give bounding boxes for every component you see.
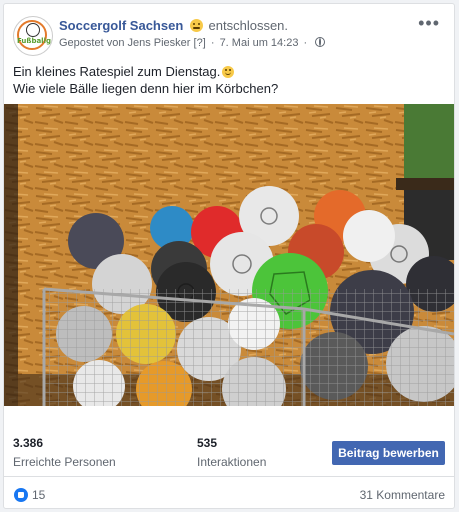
post-card: Fußballgolf Soccergolf Sachsen entschlos… [3,3,455,509]
determined-emoji-icon [189,19,203,32]
meta-separator-2: · [303,37,308,49]
reach-stat: 3.386 Erreichte Personen [13,436,116,469]
comments-link[interactable]: 31 Kommentare [360,488,445,502]
post-text-line-1: Ein kleines Ratespiel zum Dienstag. [13,63,444,80]
avatar-logo-text: Fußballgolf [17,37,52,45]
soccer-ball-icon [26,23,40,37]
page-avatar[interactable]: Fußballgolf [13,16,53,56]
smile-emoji-icon [222,66,235,78]
post-meta: Gepostet von Jens Piesker [?] · 7. Mai u… [59,37,326,49]
post-insights: 3.386 Erreichte Personen 535 Interaktion… [4,426,454,476]
post-date-link[interactable]: 7. Mai um 14:23 [220,37,299,49]
like-icon[interactable] [14,488,28,502]
post-text: Ein kleines Ratespiel zum Dienstag. Wie … [13,63,444,97]
post-title-line: Soccergolf Sachsen entschlossen. [59,18,288,33]
post-footer: 15 31 Kommentare [4,476,454,511]
posted-by-badge[interactable]: [?] [194,37,206,49]
post-header: Fußballgolf Soccergolf Sachsen entschlos… [13,14,444,58]
feeling-text: entschlossen. [208,18,289,33]
interactions-value: 535 [197,436,218,450]
like-count[interactable]: 15 [32,488,45,502]
reach-value: 3.386 [13,436,44,450]
interactions-stat: 535 Interaktionen [197,436,266,469]
meta-separator: · [210,37,215,49]
reach-label: Erreichte Personen [13,455,116,469]
promote-post-button[interactable]: Beitrag bewerben [332,441,445,465]
page-name-link[interactable]: Soccergolf Sachsen [59,18,183,33]
interactions-label: Interaktionen [197,455,267,469]
post-text-line-2: Wie viele Bälle liegen denn hier im Körb… [13,81,279,96]
post-photo[interactable] [4,104,454,406]
balls-in-basket-image [4,104,454,406]
more-options-icon[interactable]: ••• [418,14,440,32]
posted-by: Gepostet von Jens Piesker [59,37,191,49]
globe-icon[interactable] [315,37,326,47]
